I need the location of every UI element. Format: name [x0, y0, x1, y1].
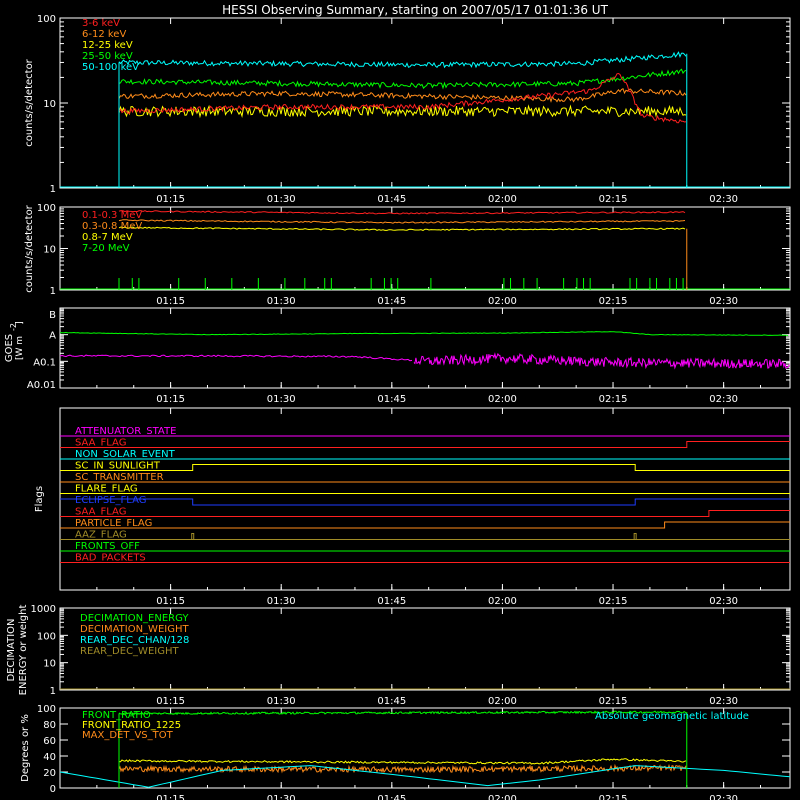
time-tick-label: 02:00	[488, 794, 517, 800]
flag-label: SC_TRANSMITTER	[75, 472, 164, 483]
y-axis-label-line1: DECIMATION	[6, 618, 17, 681]
flag-label: ECLIPSE_FLAG	[75, 495, 146, 506]
y-tick-label: A0.1	[33, 357, 56, 368]
legend-entry: 0.3-0.8 MeV	[82, 221, 142, 232]
y-tick-label: 0	[50, 784, 56, 795]
time-tick-label: 02:30	[709, 596, 738, 607]
y-tick-label: 100	[37, 631, 56, 642]
y-axis-label: counts/s/detector	[24, 58, 35, 146]
time-tick-label: 02:15	[599, 296, 628, 307]
y-tick-label: 100	[37, 14, 56, 25]
y-tick-label: 1	[50, 184, 56, 195]
y-tick-label: 20	[43, 768, 56, 779]
legend-entry: REAR_DEC_WEIGHT	[80, 646, 179, 657]
legend-entry: 0.8-7 MeV	[82, 232, 133, 243]
legend-entry: 3-6 keV	[82, 18, 120, 29]
time-tick-label: 01:45	[377, 394, 406, 405]
y-tick-label: 100	[37, 704, 56, 715]
y-tick-label: B	[49, 310, 56, 321]
y-axis-label: GOES	[4, 334, 15, 362]
time-tick-label: 01:30	[267, 794, 296, 800]
time-tick-label: 01:15	[156, 696, 185, 707]
time-tick-label: 02:15	[599, 194, 628, 205]
legend-entry: 12-25 keV	[82, 40, 133, 51]
time-tick-label: 02:30	[709, 194, 738, 205]
flag-label: SC_IN_SUNLIGHT	[75, 461, 161, 472]
time-tick-label: 02:00	[488, 194, 517, 205]
flag-label: ATTENUATOR_STATE	[75, 426, 176, 437]
legend-entry: 25-50 keV	[82, 51, 133, 62]
time-tick-label: 01:45	[377, 596, 406, 607]
y-tick-label: 40	[43, 752, 56, 763]
flag-label: AAZ_FLAG	[75, 530, 127, 541]
time-tick-label: 01:30	[267, 596, 296, 607]
flag-label: NON_SOLAR_EVENT	[75, 449, 176, 460]
y-tick-label: A	[49, 331, 56, 342]
y-axis-label: Degrees or %	[20, 714, 31, 782]
y-axis-label: counts/s/detector	[24, 204, 35, 292]
legend-entry: 7-20 MeV	[82, 243, 130, 254]
legend-entry: 0.1-0.3 MeV	[82, 210, 142, 221]
time-tick-label: 02:30	[709, 394, 738, 405]
flag-label: FLARE_FLAG	[75, 484, 138, 495]
y-tick-label: 1	[50, 686, 56, 697]
y-tick-label: 10	[43, 245, 56, 256]
time-tick-label: 02:30	[709, 296, 738, 307]
y-tick-label: 100	[37, 203, 56, 214]
time-tick-label: 02:15	[599, 696, 628, 707]
time-tick-label: 01:45	[377, 794, 406, 800]
flag-label: SAA_FLAG	[75, 438, 126, 449]
time-tick-label: 01:45	[377, 296, 406, 307]
y-tick-label: 10	[43, 659, 56, 670]
time-tick-label: 01:15	[156, 596, 185, 607]
flag-label: SAA_FLAG	[75, 507, 126, 518]
legend-entry: DECIMATION_WEIGHT	[80, 624, 189, 635]
y-tick-label: A0.01	[27, 380, 56, 391]
y-axis-label-close: ]	[15, 321, 25, 325]
time-tick-label: 02:15	[599, 394, 628, 405]
y-tick-label: 1000	[31, 604, 56, 615]
legend-entry: Absolute geomagnetic latitude	[595, 711, 749, 722]
time-tick-label: 01:30	[267, 194, 296, 205]
y-axis-label-line2: ENERGY or weight	[18, 605, 29, 696]
observing-summary-plot: HESSI Observing Summary, starting on 200…	[0, 0, 800, 800]
y-axis-label-unit: [W m	[15, 336, 25, 360]
flag-label: FRONTS_OFF	[75, 541, 140, 552]
y-tick-label: 10	[43, 99, 56, 110]
y-axis-label: Flags	[34, 486, 45, 512]
time-tick-label: 01:15	[156, 794, 185, 800]
flag-label: BAD_PACKETS	[75, 553, 146, 564]
time-tick-label: 01:15	[156, 394, 185, 405]
time-tick-label: 01:30	[267, 394, 296, 405]
y-tick-label: 60	[43, 736, 56, 747]
legend-entry: 50-100 keV	[82, 62, 139, 73]
time-tick-label: 01:30	[267, 696, 296, 707]
time-tick-label: 02:30	[709, 794, 738, 800]
time-tick-label: 02:00	[488, 296, 517, 307]
time-tick-label: 01:45	[377, 696, 406, 707]
legend-entry: 6-12 keV	[82, 29, 126, 40]
y-tick-label: 1	[50, 286, 56, 297]
time-tick-label: 01:45	[377, 194, 406, 205]
legend-entry: REAR_DEC_CHAN/128	[80, 635, 189, 646]
y-tick-label: 80	[43, 720, 56, 731]
flag-label: PARTICLE_FLAG	[75, 518, 152, 529]
time-tick-label: 02:00	[488, 696, 517, 707]
legend-entry: DECIMATION_ENERGY	[80, 613, 189, 624]
plot-title: HESSI Observing Summary, starting on 200…	[222, 3, 608, 17]
legend-entry: MAX_DET_VS_TOT	[82, 730, 174, 741]
time-tick-label: 02:15	[599, 596, 628, 607]
time-tick-label: 02:00	[488, 596, 517, 607]
time-tick-label: 02:30	[709, 696, 738, 707]
time-tick-label: 01:15	[156, 194, 185, 205]
time-tick-label: 01:15	[156, 296, 185, 307]
time-tick-label: 02:15	[599, 794, 628, 800]
time-tick-label: 01:30	[267, 296, 296, 307]
time-tick-label: 02:00	[488, 394, 517, 405]
